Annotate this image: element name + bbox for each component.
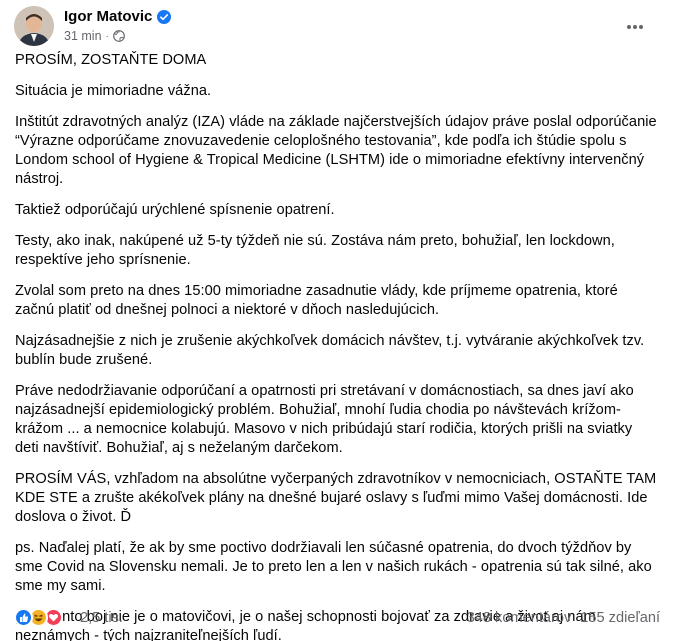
post-paragraph: Práve nedodržiavanie odporúčaní a opatrn… — [15, 383, 634, 456]
verified-badge-icon — [157, 9, 172, 24]
post-paragraph: Situácia je mimoriadne vážna. — [15, 83, 212, 99]
post-paragraph: PROSÍM, ZOSTAŇTE DOMA — [15, 52, 207, 68]
post-footer: 2,5 tis. 348 komentárov 155 zdieľaní — [14, 607, 662, 631]
post-header: Igor Matovic 31 min · — [14, 6, 664, 48]
reaction-count[interactable]: 2,5 tis. — [80, 610, 123, 626]
post-paragraph: ps. Naďalej platí, že ak by sme poctivo … — [15, 540, 652, 594]
post-paragraph: Testy, ako inak, nakúpené už 5-ty týždeň… — [15, 233, 615, 268]
like-reaction-icon — [14, 608, 33, 627]
post-paragraph: Inštitút zdravotných analýz (IZA) vláde … — [15, 114, 657, 187]
globe-icon — [112, 30, 125, 42]
post-paragraph: Zvolal som preto na dnes 15:00 mimoriadn… — [15, 283, 618, 318]
post-text: PROSÍM, ZOSTAŇTE DOMA Situácia je mimori… — [15, 51, 660, 641]
author-row: Igor Matovic — [64, 8, 172, 25]
post-time[interactable]: 31 min — [64, 29, 102, 43]
more-options-icon — [627, 25, 643, 29]
author-name[interactable]: Igor Matovic — [64, 8, 152, 25]
post-paragraph: Najzásadnejšie z nich je zrušenie akýchk… — [15, 333, 645, 368]
post-meta: 31 min · — [64, 29, 125, 43]
shares-count-link[interactable]: 155 zdieľaní — [580, 610, 660, 626]
reactions-summary[interactable] — [14, 608, 63, 627]
engagement-stats: 348 komentárov 155 zdieľaní — [467, 610, 660, 626]
meta-separator: · — [105, 30, 109, 42]
post-paragraph: Taktiež odporúčajú urýchlené spísnenie o… — [15, 202, 335, 218]
post-paragraph: PROSÍM VÁS, vzhľadom na absolútne vyčerp… — [15, 471, 657, 525]
more-options-button[interactable] — [618, 10, 652, 44]
avatar[interactable] — [14, 6, 54, 46]
comments-count-link[interactable]: 348 komentárov — [467, 610, 572, 626]
